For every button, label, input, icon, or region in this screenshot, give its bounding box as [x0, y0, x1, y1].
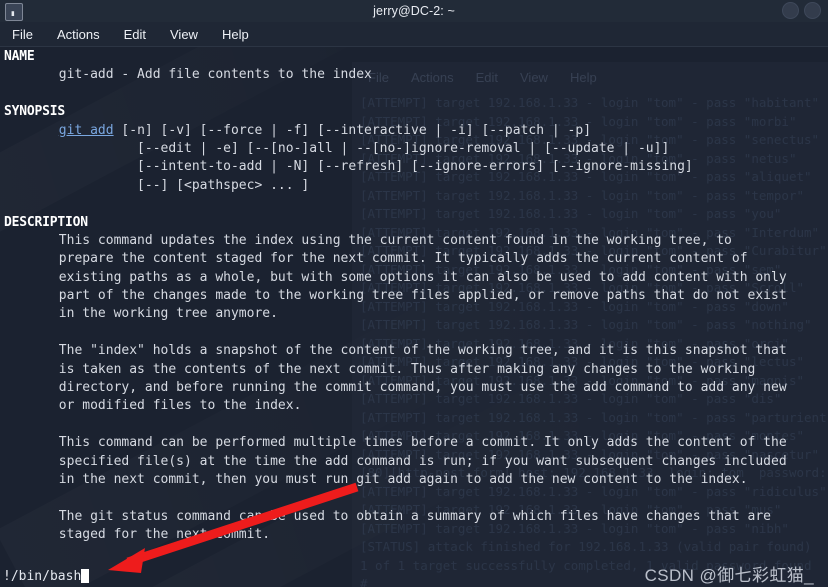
manpage-line: NAME — [4, 49, 35, 64]
menu-item-view[interactable]: View — [168, 26, 200, 43]
prompt-bang: ! — [3, 568, 11, 584]
block-cursor — [81, 569, 90, 583]
manpage-line: existing paths as a whole, but with some… — [4, 269, 787, 285]
manpage-line: SYNOPSIS — [4, 104, 66, 120]
menu-item-file[interactable]: File — [10, 26, 35, 43]
manpage-line: or modified files to the index. — [4, 398, 302, 414]
prompt-bar[interactable]: !/bin/bash — [0, 565, 828, 587]
manpage-line — [4, 195, 828, 213]
manpage-line: This command can be performed multiple t… — [4, 435, 787, 451]
window-controls — [782, 2, 821, 19]
manpage-line: DESCRIPTION — [4, 214, 88, 230]
manpage-line: directory, and before running the commit… — [4, 380, 787, 396]
menubar-divider — [0, 46, 828, 47]
manpage-line: part of the changes made to the working … — [4, 288, 787, 304]
minimize-button[interactable] — [782, 2, 799, 19]
menu-item-edit[interactable]: Edit — [122, 26, 148, 43]
menubar: File Actions Edit View Help — [0, 22, 828, 46]
manpage-line: This command updates the index using the… — [4, 232, 732, 248]
menu-item-help[interactable]: Help — [220, 26, 251, 43]
manpage-line: The git status command can be used to ob… — [4, 508, 772, 524]
manpage-line: in the next commit, then you must run gi… — [4, 471, 748, 487]
maximize-button[interactable] — [804, 2, 821, 19]
manpage-line: is taken as the contents of the next com… — [4, 361, 756, 377]
terminal-icon: ▖ — [5, 3, 23, 21]
manpage-line: git add [-n] [-v] [--force | -f] [--inte… — [58, 122, 592, 138]
link-git-add[interactable]: git add — [59, 123, 114, 138]
manpage-line — [4, 324, 828, 342]
manpage-line: prepare the content staged for the next … — [4, 251, 748, 267]
manpage-line: specified file(s) at the time the add co… — [4, 453, 787, 469]
manpage-line: in the working tree anymore. — [4, 306, 278, 322]
manpage-line — [4, 416, 828, 434]
prompt-command: /bin/bash — [10, 568, 82, 584]
terminal-window: File Actions Edit View Help [ATTEMPT] ta… — [0, 0, 828, 587]
manpage-line: [--intent-to-add | -N] [--refresh] [--ig… — [4, 159, 693, 175]
window-title: jerry@DC-2: ~ — [373, 4, 455, 18]
manpage-line: The "index" holds a snapshot of the cont… — [4, 343, 787, 359]
manpage-line — [4, 85, 828, 103]
manpage-line: staged for the next commit. — [4, 527, 271, 543]
menu-item-actions[interactable]: Actions — [55, 26, 102, 43]
manpage-line: git-add - Add file contents to the index — [4, 67, 372, 83]
manpage-line — [4, 489, 828, 507]
manpage-line: [--] [<pathspec> ... ] — [4, 177, 310, 193]
manpage-line — [4, 545, 828, 555]
manpage-content: NAME git-add - Add file contents to the … — [0, 48, 828, 555]
manpage-line: [--edit | -e] [--[no-]all | --[no-]ignor… — [4, 140, 670, 156]
titlebar: ▖ jerry@DC-2: ~ — [0, 0, 828, 22]
